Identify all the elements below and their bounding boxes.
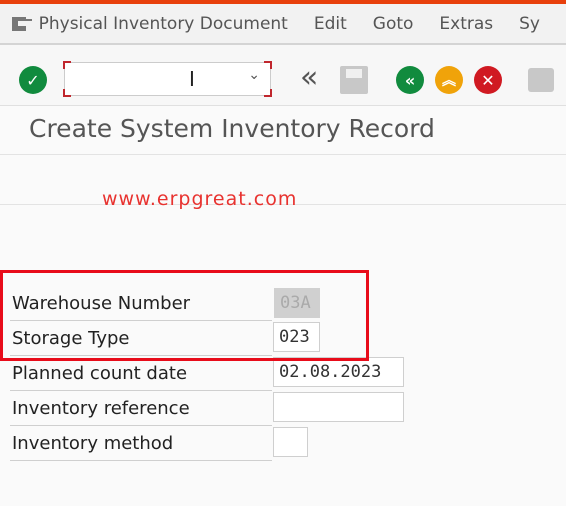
- inventory-reference-field[interactable]: [273, 392, 404, 422]
- cancel-icon[interactable]: ✕: [474, 66, 502, 94]
- watermark: www.erpgreat.com: [102, 188, 298, 210]
- print-icon[interactable]: [528, 68, 554, 92]
- menu-icon[interactable]: [12, 16, 31, 31]
- inventory-reference-label: Inventory reference: [12, 398, 190, 419]
- menu-bar: Physical Inventory Document Edit Goto Ex…: [0, 4, 566, 45]
- menu-edit[interactable]: Edit: [314, 14, 347, 34]
- save-icon[interactable]: [340, 66, 368, 94]
- inventory-method-row: Inventory method: [10, 427, 272, 461]
- highlight-box: [0, 270, 369, 361]
- command-field[interactable]: ⌄ I: [63, 61, 272, 97]
- text-cursor-icon: I: [189, 67, 195, 91]
- divider: [0, 154, 566, 155]
- inventory-method-field[interactable]: [273, 427, 308, 457]
- planned-count-date-label: Planned count date: [12, 363, 188, 384]
- planned-count-date-row: Planned count date: [10, 357, 272, 391]
- menu-system[interactable]: Sy: [519, 14, 540, 34]
- page-title: Create System Inventory Record: [29, 114, 435, 143]
- menu-physical-inventory-document[interactable]: Physical Inventory Document: [39, 14, 288, 34]
- exit-icon[interactable]: ︽: [435, 66, 463, 94]
- inventory-reference-row: Inventory reference: [10, 392, 272, 426]
- menu-goto[interactable]: Goto: [373, 14, 414, 34]
- inventory-method-label: Inventory method: [12, 433, 174, 454]
- back-icon[interactable]: «: [396, 66, 424, 94]
- chevron-down-icon[interactable]: ⌄: [248, 67, 260, 83]
- back-nav-icon[interactable]: «: [300, 60, 318, 95]
- check-icon[interactable]: ✓: [19, 66, 47, 94]
- planned-count-date-field[interactable]: 02.08.2023: [273, 357, 404, 387]
- menu-extras[interactable]: Extras: [439, 14, 493, 34]
